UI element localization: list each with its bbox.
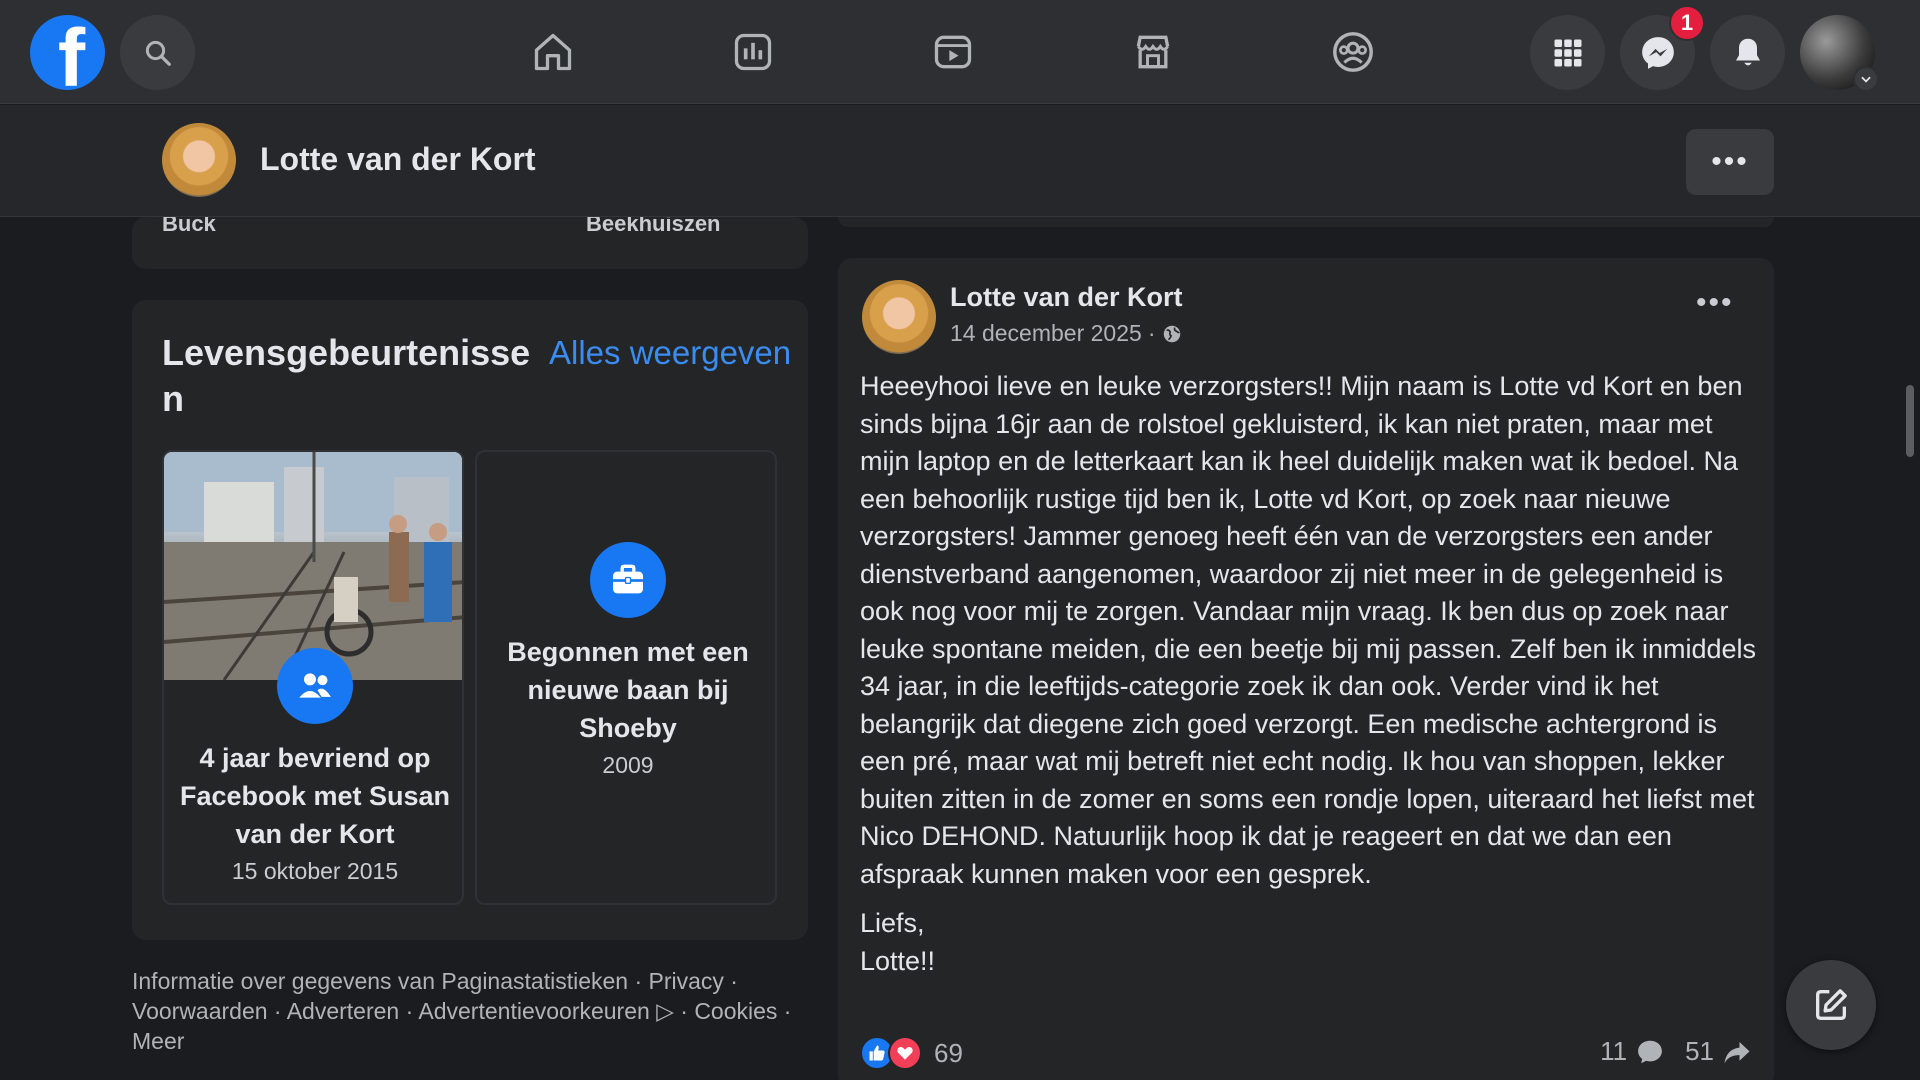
briefcase-icon [590,542,666,618]
post-signature: Lotte!! [860,945,936,976]
nav-marketplace[interactable] [1121,20,1185,84]
notifications-button[interactable] [1710,15,1785,90]
bell-icon [1735,38,1760,65]
love-icon [888,1036,922,1070]
comment-count: 11 [1600,1036,1628,1066]
nav-home[interactable] [521,20,585,84]
profile-header-bar: Lotte van der Kort ••• [0,105,1920,217]
account-avatar[interactable] [1800,15,1879,92]
comment-stat[interactable]: 11 [1600,1036,1665,1067]
globe-icon [1164,325,1181,342]
life-events-title: Levensgebeurtenissen [162,332,531,419]
reaction-count: 69 [934,1037,963,1068]
share-icon [1724,1041,1750,1063]
life-event-friendship[interactable]: 4 jaar bevriend op Facebook met Susan va… [162,450,464,905]
post-text: Heeeyhooi lieve en leuke verzorgsters!! … [860,371,1757,889]
nav-groups[interactable] [1321,20,1385,84]
profile-avatar[interactable] [162,123,236,197]
feeds-icon [734,33,772,71]
see-all-link[interactable]: Alles weergeven [549,330,791,376]
post-author-name[interactable]: Lotte van der Kort [950,282,1183,313]
home-icon [534,33,572,71]
life-events-card: Levensgebeurtenissen Alles weergeven 4 j… [132,300,808,940]
previous-post-bottom [838,217,1774,227]
meta-separator: · [1147,320,1156,346]
life-event-date: 2009 [602,752,654,778]
comment-icon [1638,1040,1662,1063]
post-card: Lotte van der Kort 14 december 2025 · ••… [838,258,1774,1080]
post-body: Heeeyhooi lieve en leuke verzorgsters!! … [860,368,1760,980]
menu-button[interactable] [1530,15,1605,90]
notification-badge: 1 [1669,5,1705,41]
post-signoff: Liefs, [860,908,925,938]
post-meta: 14 december 2025 · [950,320,1183,347]
profile-name[interactable]: Lotte van der Kort [260,141,536,178]
reaction-summary[interactable]: 69 [860,1036,963,1070]
life-event-text: 4 jaar bevriend op Facebook met Susan va… [179,743,451,849]
share-count: 51 [1685,1036,1714,1066]
nav-feeds[interactable] [721,20,785,84]
previous-card-right-text[interactable]: Beekhuiszen [586,217,721,237]
footer-links[interactable]: Informatie over gegevens van Paginastati… [132,966,812,1056]
post-more-button[interactable]: ••• [1696,286,1734,320]
marketplace-icon [1136,35,1170,69]
post-date[interactable]: 14 december 2025 [950,320,1142,347]
chevron-down-icon [1853,66,1879,92]
previous-card-bottom: Buck Beekhuiszen [132,217,808,269]
compose-icon [1816,989,1847,1020]
video-icon [934,35,972,69]
life-event-date: 15 oktober 2015 [231,858,399,884]
post-stats: 11 51 [1600,1036,1752,1067]
top-navigation-bar: f 1 [0,0,1920,104]
messenger-icon [1641,36,1674,69]
share-stat[interactable]: 51 [1685,1036,1752,1067]
life-event-text: Begonnen met een nieuwe baan bij Shoeby [507,637,749,743]
life-event-new-job[interactable]: Begonnen met een nieuwe baan bij Shoeby … [475,450,777,905]
new-message-button[interactable] [1786,960,1876,1050]
previous-card-left-text[interactable]: Buck [162,217,216,237]
page-scrollbar[interactable] [1906,385,1914,457]
nav-video[interactable] [921,20,985,84]
friends-icon [277,648,353,724]
menu-grid-icon [1554,39,1581,66]
groups-icon [1333,32,1373,72]
messenger-button[interactable]: 1 [1620,5,1705,90]
life-event-photo [164,452,462,680]
post-author-avatar[interactable] [862,280,936,354]
profile-more-button[interactable]: ••• [1686,129,1774,195]
